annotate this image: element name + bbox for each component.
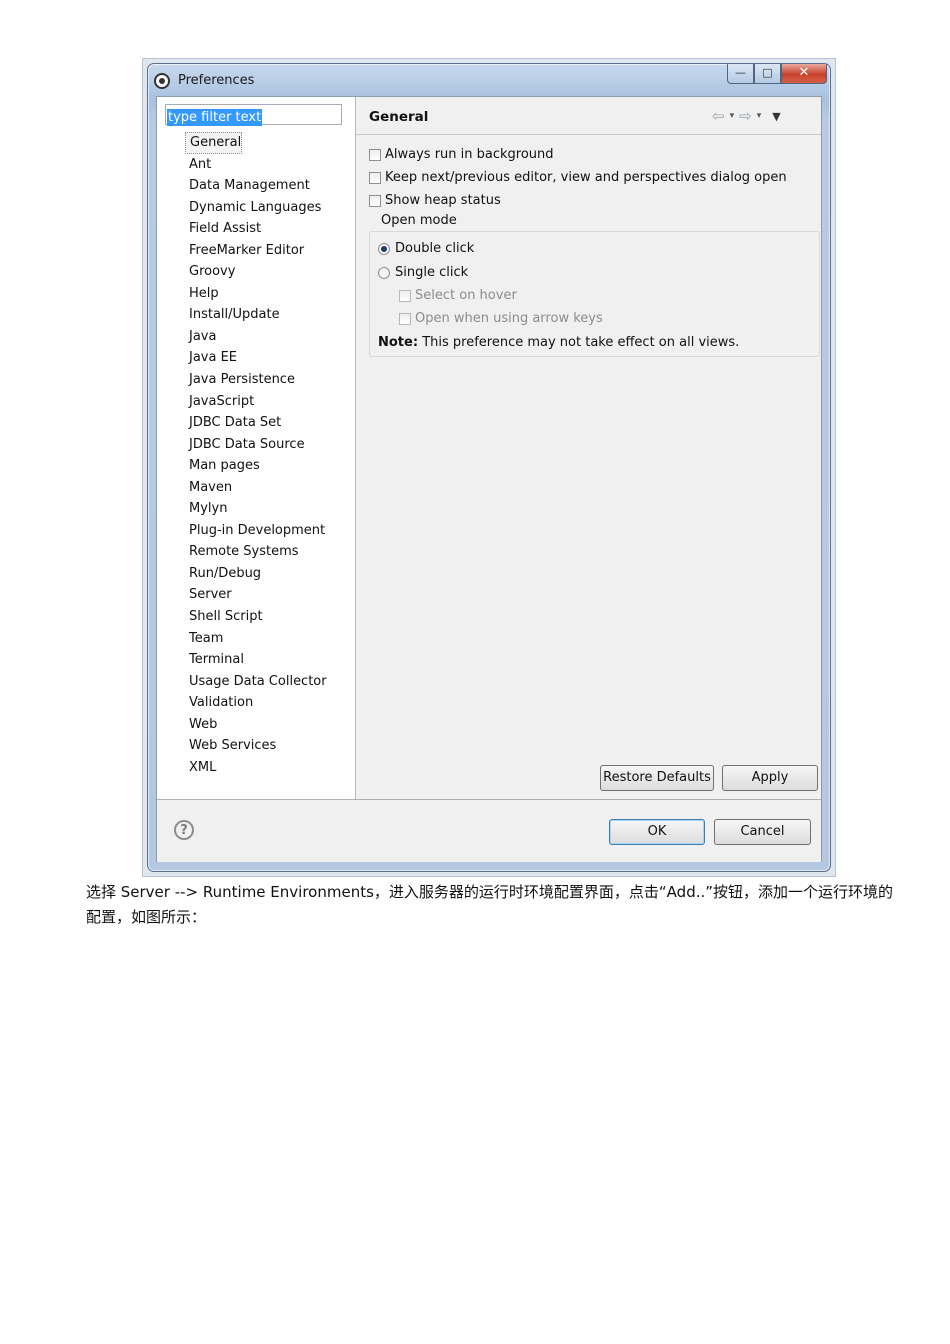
tree-item[interactable]: Plug-in Development — [185, 520, 331, 542]
tree-item[interactable]: Terminal — [185, 649, 331, 671]
checkbox-icon — [369, 148, 381, 161]
tree-item[interactable]: Field Assist — [185, 218, 331, 240]
note: Note: This preference may not take effec… — [378, 335, 739, 350]
preferences-sidebar: type filter text General Ant Data Manageme… — [157, 97, 356, 799]
window-controls: — □ ✕ — [727, 64, 827, 86]
tree-item[interactable]: Man pages — [185, 455, 331, 477]
restore-defaults-button[interactable]: Restore Defaults — [600, 765, 714, 791]
eclipse-app-icon — [154, 73, 170, 89]
tree-item[interactable]: XML — [185, 757, 331, 779]
dialog-button-bar: ? OK Cancel — [157, 799, 821, 862]
tree-item[interactable]: JDBC Data Source — [185, 434, 331, 456]
checkbox-icon — [399, 289, 411, 302]
tree-item[interactable]: Ant — [185, 154, 331, 176]
tree-item[interactable]: Install/Update — [185, 304, 331, 326]
back-arrow-icon[interactable]: ⇦ — [712, 107, 725, 125]
tree-item[interactable]: General — [185, 132, 242, 154]
tree-item[interactable]: Data Management — [185, 175, 331, 197]
tree-item[interactable]: Java — [185, 326, 331, 348]
cancel-button[interactable]: Cancel — [714, 819, 811, 845]
tree-item[interactable]: Server — [185, 584, 331, 606]
tree-item[interactable]: Validation — [185, 692, 331, 714]
show-heap-checkbox[interactable]: Show heap status — [369, 193, 501, 208]
close-button[interactable]: ✕ — [781, 64, 827, 84]
checkbox-icon — [399, 312, 411, 325]
tree-item[interactable]: Dynamic Languages — [185, 197, 331, 219]
always-run-checkbox[interactable]: Always run in background — [369, 147, 554, 162]
forward-arrow-icon[interactable]: ⇨ — [739, 107, 752, 125]
tree-item[interactable]: Team — [185, 628, 331, 650]
tree-item[interactable]: Help — [185, 283, 331, 305]
tree-item[interactable]: Web — [185, 714, 331, 736]
back-dropdown-icon[interactable]: ▾ — [730, 111, 735, 121]
double-click-label: Double click — [395, 241, 475, 256]
select-on-hover-label: Select on hover — [415, 288, 517, 303]
tree-item[interactable]: FreeMarker Editor — [185, 240, 331, 262]
preference-page: General ⇦ ▾ ⇨ ▾ ▼ Always run in backgrou… — [356, 97, 821, 799]
checkbox-icon — [369, 194, 381, 207]
apply-button[interactable]: Apply — [722, 765, 818, 791]
tree-item[interactable]: Run/Debug — [185, 563, 331, 585]
dialog-client-area: type filter text General Ant Data Manageme… — [156, 96, 822, 862]
page-title: General — [369, 109, 429, 125]
keep-open-label: Keep next/previous editor, view and pers… — [385, 170, 787, 185]
view-menu-icon[interactable]: ▼ — [772, 110, 780, 123]
window-title: Preferences — [178, 73, 255, 88]
always-run-label: Always run in background — [385, 147, 554, 162]
filter-input-text: type filter text — [167, 109, 263, 126]
tree-item[interactable]: Java Persistence — [185, 369, 331, 391]
single-click-label: Single click — [395, 265, 469, 280]
tree-item[interactable]: JavaScript — [185, 391, 331, 413]
forward-dropdown-icon[interactable]: ▾ — [757, 111, 762, 121]
title-bar[interactable]: Preferences — □ ✕ — [148, 64, 830, 96]
ok-button[interactable]: OK — [609, 819, 705, 845]
tree-item[interactable]: Maven — [185, 477, 331, 499]
help-icon[interactable]: ? — [174, 820, 194, 840]
radio-selected-icon — [378, 242, 390, 255]
select-on-hover-checkbox: Select on hover — [399, 288, 517, 303]
page-navigation: ⇦ ▾ ⇨ ▾ ▼ — [712, 107, 781, 125]
keep-open-checkbox[interactable]: Keep next/previous editor, view and pers… — [369, 170, 787, 185]
tree-item[interactable]: Groovy — [185, 261, 331, 283]
filter-input[interactable]: type filter text — [165, 104, 342, 126]
minimize-button[interactable]: — — [727, 64, 754, 84]
tree-item[interactable]: Java EE — [185, 347, 331, 369]
preferences-window: Preferences — □ ✕ type filter text Gener… — [147, 63, 831, 872]
show-heap-label: Show heap status — [385, 193, 501, 208]
open-arrow-keys-label: Open when using arrow keys — [415, 311, 603, 326]
checkbox-icon — [369, 171, 381, 184]
tree-item[interactable]: Web Services — [185, 735, 331, 757]
double-click-radio[interactable]: Double click — [378, 241, 474, 256]
tree-item[interactable]: Usage Data Collector — [185, 671, 331, 693]
open-arrow-keys-checkbox: Open when using arrow keys — [399, 311, 603, 326]
open-mode-label: Open mode — [378, 213, 460, 228]
maximize-button[interactable]: □ — [754, 64, 781, 84]
single-click-radio[interactable]: Single click — [378, 265, 468, 280]
tree-item[interactable]: Remote Systems — [185, 541, 331, 563]
preferences-screenshot: Preferences — □ ✕ type filter text Gener… — [143, 59, 835, 876]
header-divider — [356, 134, 821, 135]
tree-item[interactable]: Shell Script — [185, 606, 331, 628]
document-caption: 选择 Server --> Runtime Environments，进入服务器… — [86, 883, 894, 926]
note-text: This preference may not take effect on a… — [422, 335, 740, 350]
radio-icon — [378, 266, 390, 279]
note-label: Note: — [378, 335, 419, 350]
tree-item[interactable]: Mylyn — [185, 498, 331, 520]
tree-item[interactable]: JDBC Data Set — [185, 412, 331, 434]
preference-tree: General Ant Data Management Dynamic Languag… — [185, 132, 331, 778]
